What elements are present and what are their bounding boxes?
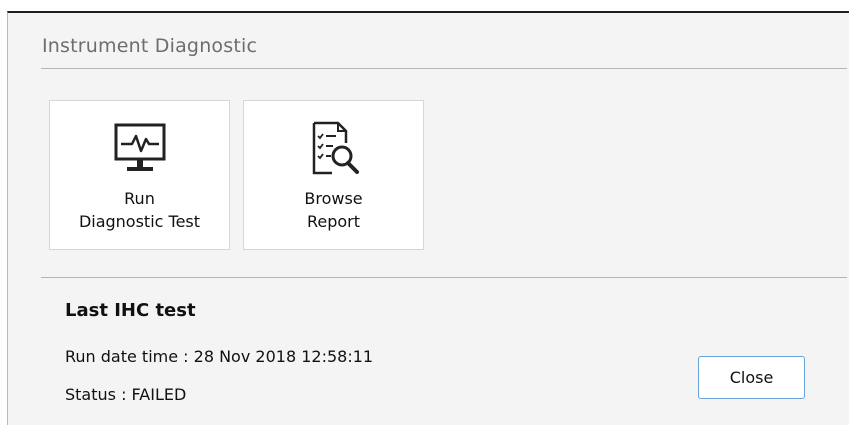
browse-report-label: Browse Report — [244, 187, 423, 233]
browse-label-line2: Report — [306, 212, 361, 231]
dialog-title: Instrument Diagnostic — [42, 35, 258, 57]
close-button[interactable]: Close — [698, 356, 805, 399]
section-divider — [41, 277, 847, 278]
run-diagnostic-test-button[interactable]: Run Diagnostic Test — [49, 100, 230, 250]
run-label-line1: Run — [124, 189, 155, 208]
run-label-line2: Diagnostic Test — [78, 212, 201, 231]
monitor-heartbeat-icon — [114, 123, 165, 171]
title-divider — [41, 68, 847, 69]
browse-report-button[interactable]: Browse Report — [243, 100, 424, 250]
run-date-time-text: Run date time : 28 Nov 2018 12:58:11 — [65, 347, 374, 366]
status-text: Status : FAILED — [65, 385, 187, 404]
instrument-diagnostic-dialog: Instrument Diagnostic Run Diagnostic Tes… — [7, 11, 849, 425]
browse-label-line1: Browse — [304, 189, 363, 208]
last-test-heading: Last IHC test — [65, 300, 196, 321]
run-diagnostic-test-label: Run Diagnostic Test — [50, 187, 229, 233]
report-search-icon — [312, 121, 359, 175]
